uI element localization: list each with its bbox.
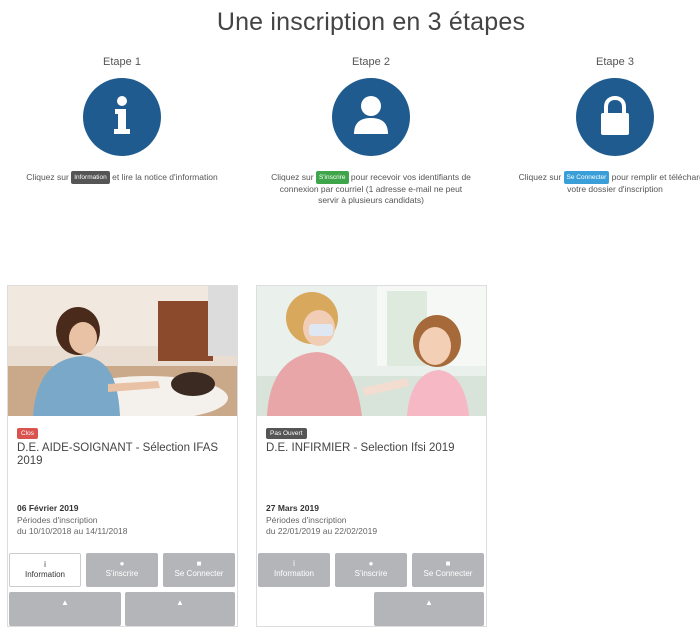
info-icon bbox=[83, 78, 161, 156]
bank-icon: ▲ bbox=[425, 598, 433, 607]
info-icon: i bbox=[44, 560, 46, 569]
bank-icon: ▲ bbox=[176, 598, 184, 607]
card-date: 06 Février 2019 bbox=[17, 503, 79, 513]
se-connecter-button[interactable]: ■ Se Connecter bbox=[163, 553, 235, 587]
sinscrire-button[interactable]: ● S'inscrire bbox=[86, 553, 158, 587]
information-chip: Information bbox=[71, 171, 110, 184]
card-period: Périodes d'inscription du 10/10/2018 au … bbox=[17, 515, 127, 537]
se-connecter-chip: Se Connecter bbox=[563, 171, 610, 184]
step-2: Etape 2 Cliquez sur S'inscrire pour rece… bbox=[271, 56, 471, 206]
step-label: Etape 3 bbox=[596, 56, 634, 68]
card-extra-button[interactable]: ▲ bbox=[9, 592, 121, 626]
information-button[interactable]: i Information bbox=[9, 553, 81, 587]
info-icon: i bbox=[293, 559, 295, 568]
sinscrire-chip: S'inscrire bbox=[315, 171, 349, 184]
period-range: du 10/10/2018 au 14/11/2018 bbox=[17, 526, 128, 536]
card-title: D.E. INFIRMIER - Selection Ifsi 2019 bbox=[266, 442, 455, 454]
lock-icon: ■ bbox=[445, 559, 451, 568]
step-description: Cliquez sur Information et lire la notic… bbox=[26, 171, 218, 184]
step-3: Etape 3 Cliquez sur Se Connecter pour re… bbox=[515, 56, 700, 195]
graduation-cap-icon: ▲ bbox=[61, 598, 69, 607]
card-title: D.E. AIDE-SOIGNANT - Sélection IFAS 2019 bbox=[17, 442, 219, 467]
page-title: Une inscription en 3 étapes bbox=[216, 8, 526, 36]
step-label: Etape 1 bbox=[103, 56, 141, 68]
user-icon: ● bbox=[368, 559, 374, 568]
program-card: Pas Ouvert D.E. INFIRMIER - Selection If… bbox=[256, 285, 487, 627]
card-extra-button[interactable]: ▲ bbox=[125, 592, 235, 626]
se-connecter-button[interactable]: ■ Se Connecter bbox=[412, 553, 484, 587]
program-card: Clos D.E. AIDE-SOIGNANT - Sélection IFAS… bbox=[7, 285, 238, 627]
period-range: du 22/01/2019 au 22/02/2019 bbox=[266, 526, 378, 536]
step-label: Etape 2 bbox=[352, 56, 390, 68]
card-date: 27 Mars 2019 bbox=[266, 503, 319, 513]
card-extra-button[interactable]: ▲ bbox=[374, 592, 484, 626]
status-badge: Pas Ouvert bbox=[266, 428, 307, 439]
period-label: Périodes d'inscription bbox=[266, 515, 347, 525]
card-image bbox=[8, 286, 237, 416]
step-description: Cliquez sur S'inscrire pour recevoir vos… bbox=[271, 171, 471, 205]
card-period: Périodes d'inscription du 22/01/2019 au … bbox=[266, 515, 377, 537]
lock-icon: ■ bbox=[196, 559, 202, 568]
step-description: Cliquez sur Se Connecter pour remplir et… bbox=[518, 171, 700, 194]
card-image bbox=[257, 286, 486, 416]
step-1: Etape 1 Cliquez sur Information et lire … bbox=[22, 56, 222, 184]
lock-icon bbox=[576, 78, 654, 156]
user-icon bbox=[332, 78, 410, 156]
sinscrire-button[interactable]: ● S'inscrire bbox=[335, 553, 407, 587]
user-icon: ● bbox=[119, 559, 125, 568]
status-badge: Clos bbox=[17, 428, 39, 439]
information-button[interactable]: i Information bbox=[258, 553, 330, 587]
period-label: Périodes d'inscription bbox=[17, 515, 98, 525]
